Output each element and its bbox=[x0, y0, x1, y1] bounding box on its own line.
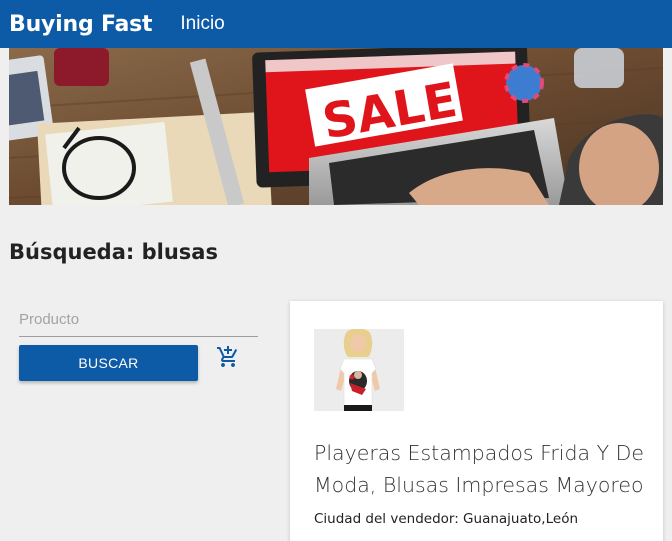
nav-link-inicio[interactable]: Inicio bbox=[180, 13, 224, 35]
banner-illustration: SALE bbox=[9, 48, 663, 205]
sale-banner-image: SALE bbox=[9, 48, 663, 205]
seller-city: Ciudad del vendedor: Guanajuato,León bbox=[314, 511, 579, 527]
brand-logo-text[interactable]: Buying Fast bbox=[9, 12, 153, 37]
product-search-input[interactable] bbox=[19, 302, 258, 337]
product-title[interactable]: Playeras Estampados Frida Y De Moda, Blu… bbox=[314, 437, 654, 501]
search-results-heading: Búsqueda: blusas bbox=[9, 240, 218, 264]
product-thumbnail[interactable] bbox=[314, 329, 404, 411]
product-card[interactable]: Playeras Estampados Frida Y De Moda, Blu… bbox=[290, 301, 663, 541]
add-shopping-cart-icon[interactable] bbox=[216, 345, 240, 369]
top-navbar: Buying Fast Inicio bbox=[0, 0, 672, 48]
search-button[interactable]: BUSCAR bbox=[19, 345, 198, 381]
